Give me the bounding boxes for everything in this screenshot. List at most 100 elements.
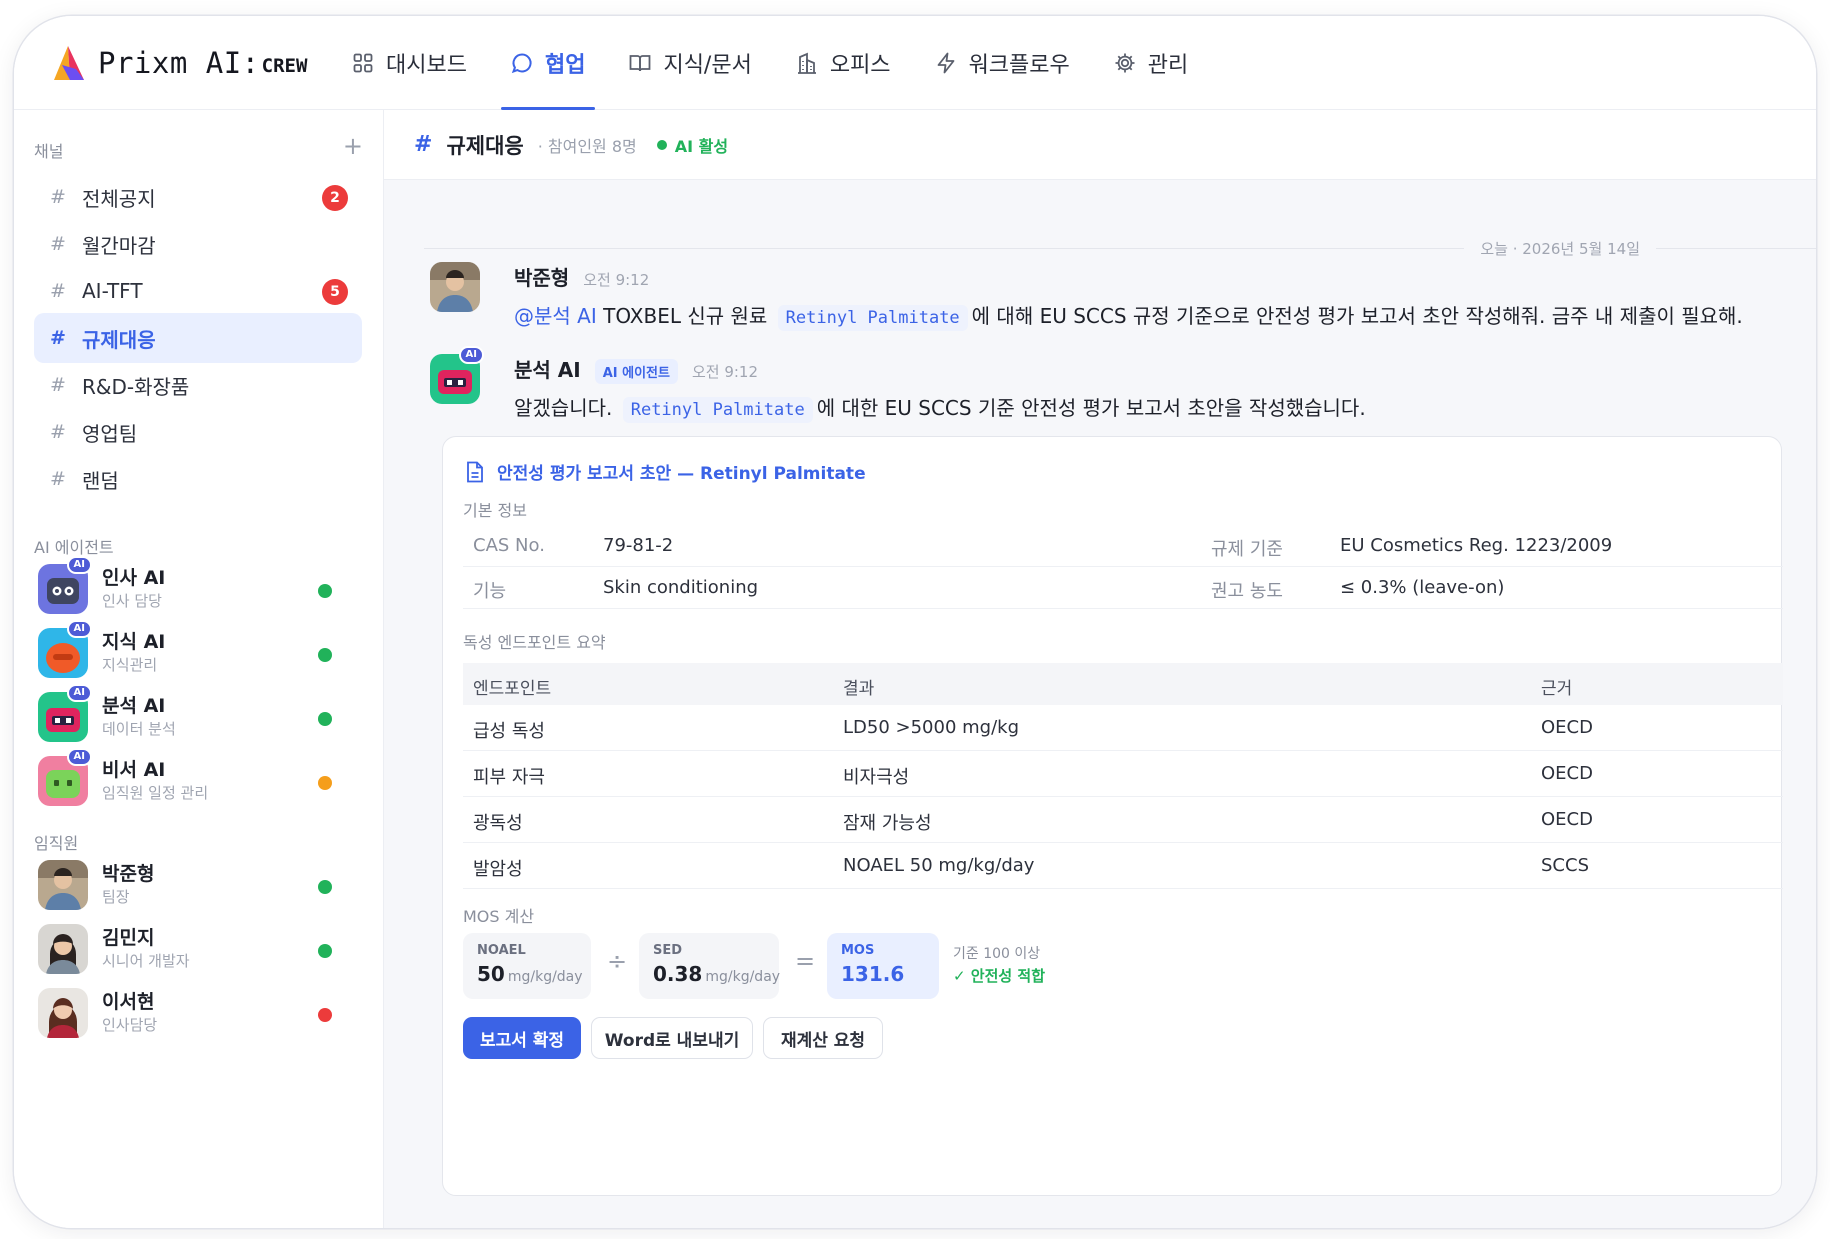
nav-tab-workflow[interactable]: 워크플로우 — [935, 16, 1070, 110]
nav-tab-label: 대시보드 — [386, 53, 467, 78]
sidebar-channel-ai-tft[interactable]: # AI-TFT 5 — [34, 266, 362, 316]
divider-line — [1656, 247, 1816, 249]
column-header: 엔드포인트 — [473, 679, 552, 699]
report-title-text: 안전성 평가 보고서 초안 — Retinyl Palmitate — [497, 464, 866, 484]
nav-tab-admin[interactable]: 관리 — [1114, 16, 1188, 110]
nav-tab-office[interactable]: 오피스 — [796, 16, 891, 110]
staff-kim-minji[interactable]: 김민지 시니어 개발자 — [38, 920, 358, 978]
noael-value: 50 — [477, 962, 505, 986]
nav-tab-knowledge[interactable]: 지식/문서 — [629, 16, 752, 110]
table-row: 급성 독성 LD50 >5000 mg/kg OECD — [463, 705, 1783, 751]
staff-name: 박준형 — [102, 863, 155, 885]
recalculate-button[interactable]: 재계산 요청 — [763, 1017, 883, 1059]
sidebar-channel-rnd-cosmetics[interactable]: # R&D-화장품 — [34, 360, 362, 410]
table-cell: 피부 자극 — [473, 767, 545, 788]
brand-sub: CREW — [261, 55, 308, 77]
agent-secretary-ai[interactable]: AI 비서 AI 임직원 일정 관리 — [38, 748, 358, 810]
table-cell: NOAEL 50 mg/kg/day — [843, 855, 1035, 876]
channel-label: 월간마감 — [82, 233, 156, 258]
export-word-button[interactable]: Word로 내보내기 — [591, 1017, 753, 1059]
agent-analysis-ai[interactable]: AI 분석 AI 데이터 분석 — [38, 684, 358, 746]
column-header: 근거 — [1541, 679, 1573, 699]
ai-tag: AI — [66, 684, 92, 702]
status-online-dot — [318, 944, 332, 958]
sidebar-channel-regulatory[interactable]: # 규제대응 — [34, 313, 362, 363]
mention-link[interactable]: @분석 AI — [514, 304, 597, 328]
message-author[interactable]: 박준형 — [514, 262, 569, 291]
avatar: AI — [38, 684, 92, 742]
unread-badge: 2 — [322, 185, 348, 211]
info-value: Skin conditioning — [603, 577, 759, 598]
hash-icon: # — [50, 374, 66, 396]
status-online-dot — [318, 712, 332, 726]
mos-label: MOS — [841, 943, 875, 958]
message-author[interactable]: 분석 AI — [514, 354, 581, 383]
avatar[interactable] — [430, 262, 480, 312]
info-key: 규제 기준 — [1211, 539, 1283, 560]
basic-info-heading: 기본 정보 — [463, 501, 527, 520]
nav-tab-label: 관리 — [1147, 53, 1189, 78]
unread-badge: 5 — [322, 279, 348, 305]
ai-tag: AI — [66, 748, 92, 766]
document-icon — [467, 461, 483, 482]
nav-tab-dashboard[interactable]: 대시보드 — [352, 16, 467, 110]
staff-park-junhyung[interactable]: 박준형 팀장 — [38, 856, 358, 914]
avatar: AI — [38, 556, 92, 614]
avatar — [38, 860, 88, 910]
confirm-report-button[interactable]: 보고서 확정 — [463, 1017, 581, 1059]
report-title[interactable]: 안전성 평가 보고서 초안 — Retinyl Palmitate — [465, 459, 866, 484]
member-count[interactable]: · 참여인원 8명 — [538, 133, 637, 157]
message-text: 에 대해 EU SCCS 규정 기준으로 안전성 평가 보고서 초안 작성해줘.… — [971, 304, 1743, 328]
date-divider: 오늘 · 2026년 5월 14일 — [424, 238, 1816, 258]
ai-tag: AI — [66, 556, 92, 574]
nav-tab-collaboration[interactable]: 협업 — [500, 16, 597, 110]
channel-label: 규제대응 — [82, 327, 156, 352]
report-card: 안전성 평가 보고서 초안 — Retinyl Palmitate 기본 정보 … — [442, 436, 1783, 1196]
mos-criterion: 기준 100 이상 ✓ 안전성 적합 — [953, 943, 1045, 986]
agent-knowledge-ai[interactable]: AI 지식 AI 지식관리 — [38, 620, 358, 682]
brand[interactable]: Prixm AI: CREW — [48, 40, 307, 86]
building-icon — [796, 52, 818, 74]
agents-heading: AI 에이전트 — [34, 538, 114, 557]
sidebar-channel-announcements[interactable]: # 전체공지 2 — [34, 172, 362, 222]
staff-lee-seohyun[interactable]: 이서현 인사담당 — [38, 984, 358, 1042]
avatar: AI — [38, 620, 92, 678]
staff-name: 김민지 — [102, 927, 155, 949]
staff-role: 인사담당 — [102, 1016, 158, 1034]
agent-hr-ai[interactable]: AI 인사 AI 인사 담당 — [38, 556, 358, 618]
sidebar: 채널 + # 전체공지 2 # 월간마감 # AI-TFT 5 # 규제대응 #… — [14, 110, 384, 1228]
column-header: 결과 — [843, 679, 875, 699]
status-online-dot — [318, 880, 332, 894]
agent-role: 지식관리 — [102, 656, 158, 674]
grid-icon — [352, 52, 374, 74]
message-text: 에 대한 EU SCCS 기준 안전성 평가 보고서 초안을 작성했습니다. — [816, 396, 1366, 420]
avatar[interactable]: AI — [430, 346, 484, 404]
sidebar-channel-random[interactable]: # 랜덤 — [34, 454, 362, 504]
app-window: Prixm AI: CREW 대시보드 협업 지식/문서 오피스 워크플로우 관… — [14, 16, 1816, 1228]
sidebar-channel-sales[interactable]: # 영업팀 — [34, 407, 362, 457]
message-time: 오전 9:12 — [691, 363, 759, 381]
sidebar-channel-monthly-close[interactable]: # 월간마감 — [34, 219, 362, 269]
agent-name: 분석 AI — [102, 695, 166, 717]
channel-label: R&D-화장품 — [82, 374, 190, 399]
date-label: 오늘 · 2026년 5월 14일 — [1480, 239, 1640, 258]
table-row: 발암성 NOAEL 50 mg/kg/day SCCS — [463, 843, 1783, 889]
channel-label: 전체공지 — [82, 186, 156, 211]
table-row: 광독성 잠재 가능성 OECD — [463, 797, 1783, 843]
table-cell: OECD — [1541, 809, 1593, 830]
nav-tab-label: 협업 — [544, 53, 586, 78]
message-text: TOXBEL 신규 원료 — [603, 304, 768, 328]
info-row: 기능 Skin conditioning 권고 농도 ≤ 0.3% (leave… — [463, 567, 1783, 609]
inline-code: Retinyl Palmitate — [777, 305, 968, 331]
table-cell: 발암성 — [473, 859, 523, 880]
ai-status-dot — [656, 139, 667, 150]
hash-icon: # — [414, 132, 433, 157]
avatar — [38, 988, 88, 1038]
channel-title: 규제대응 — [446, 133, 524, 158]
add-channel-button[interactable]: + — [343, 134, 363, 158]
agent-name: 지식 AI — [102, 631, 166, 653]
sed-value: 0.38 — [653, 962, 703, 986]
divider-line — [424, 247, 1465, 249]
sed-box: SED 0.38 mg/kg/day — [639, 933, 780, 999]
agent-name: 비서 AI — [102, 759, 166, 781]
